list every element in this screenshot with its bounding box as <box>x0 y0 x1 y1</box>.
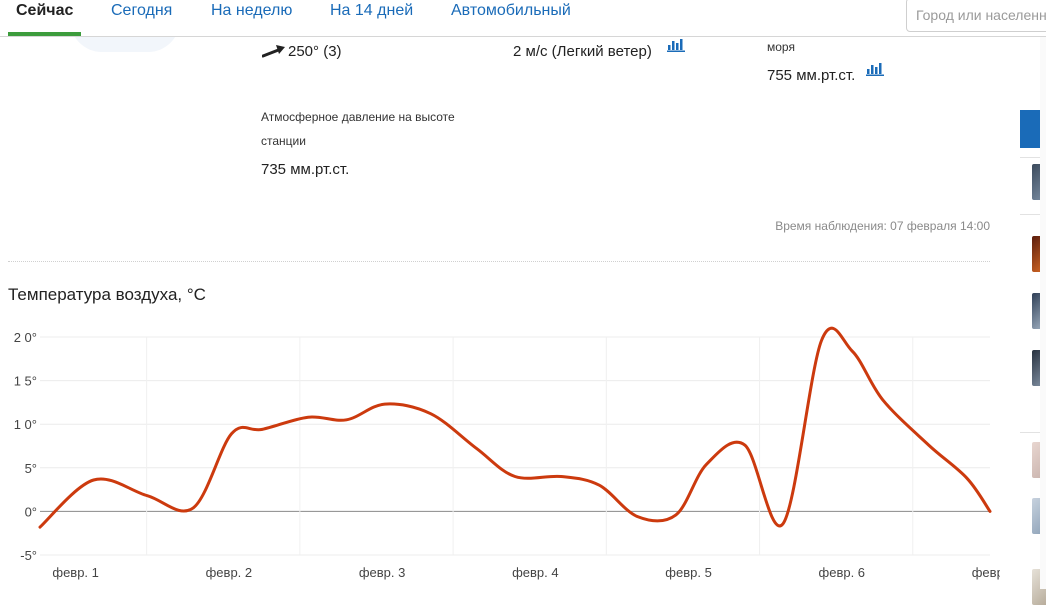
y-tick-label: 2 0° <box>14 330 37 345</box>
y-tick-label: 5° <box>25 461 37 476</box>
bar-chart-icon[interactable] <box>866 62 885 76</box>
y-tick-label: 1 5° <box>14 374 37 389</box>
temperature-chart: 2 0°1 5°1 0°5°0°-5° февр. 1 февр. 2 февр. … <box>14 326 1000 580</box>
tab-now[interactable]: Сейчас <box>16 2 73 20</box>
observation-time: Время наблюдения: 07 февраля 14:00 <box>775 219 990 233</box>
tab-14-days[interactable]: На 14 дней <box>330 2 413 20</box>
chart-grid <box>40 336 990 556</box>
section-divider <box>8 261 990 262</box>
station-pressure-label-line2: станции <box>261 134 306 148</box>
wind-arrow-icon <box>262 45 285 58</box>
y-tick-label: 0° <box>25 504 37 519</box>
city-search-input[interactable] <box>906 0 1046 32</box>
x-tick-label: февр. 4 <box>512 565 559 580</box>
top-navigation: Сейчас Сегодня На неделю На 14 дней Авто… <box>0 0 1046 37</box>
x-tick-label: февр. 6 <box>819 565 866 580</box>
x-tick-label: февр. 3 <box>359 565 406 580</box>
page-scrollbar[interactable] <box>1040 36 1046 589</box>
bar-chart-icon[interactable] <box>667 38 686 52</box>
temperature-series-line <box>38 326 992 529</box>
station-pressure-value: 735 мм.рт.ст. <box>261 161 350 178</box>
y-tick-label: -5° <box>20 548 37 563</box>
x-tick-label: февр. 2 <box>206 565 253 580</box>
x-tick-label: февр. 1 <box>52 565 99 580</box>
x-axis-ticks: февр. 1 февр. 2 февр. 3 февр. 4 февр. 5 февр.… <box>52 565 1000 580</box>
sea-pressure-label: моря <box>767 40 795 54</box>
wind-speed-value: 2 м/с (Легкий ветер) <box>513 43 652 60</box>
y-axis-ticks: 2 0° 1 5° 1 0° 5° 0° -5° <box>14 330 37 563</box>
active-tab-indicator <box>8 32 81 36</box>
x-tick-label: февр. 7 <box>972 565 1000 580</box>
tab-automobile[interactable]: Автомобильный <box>451 2 571 20</box>
tab-week[interactable]: На неделю <box>211 2 292 20</box>
tab-today[interactable]: Сегодня <box>111 2 172 20</box>
chart-title: Температура воздуха, °C <box>8 285 206 304</box>
wind-direction-value: 250° (3) <box>288 43 342 60</box>
station-pressure-label-line1: Атмосферное давление на высоте <box>261 110 455 124</box>
x-tick-label: февр. 5 <box>665 565 712 580</box>
sea-pressure-value: 755 мм.рт.ст. <box>767 67 856 84</box>
y-tick-label: 1 0° <box>14 417 37 432</box>
